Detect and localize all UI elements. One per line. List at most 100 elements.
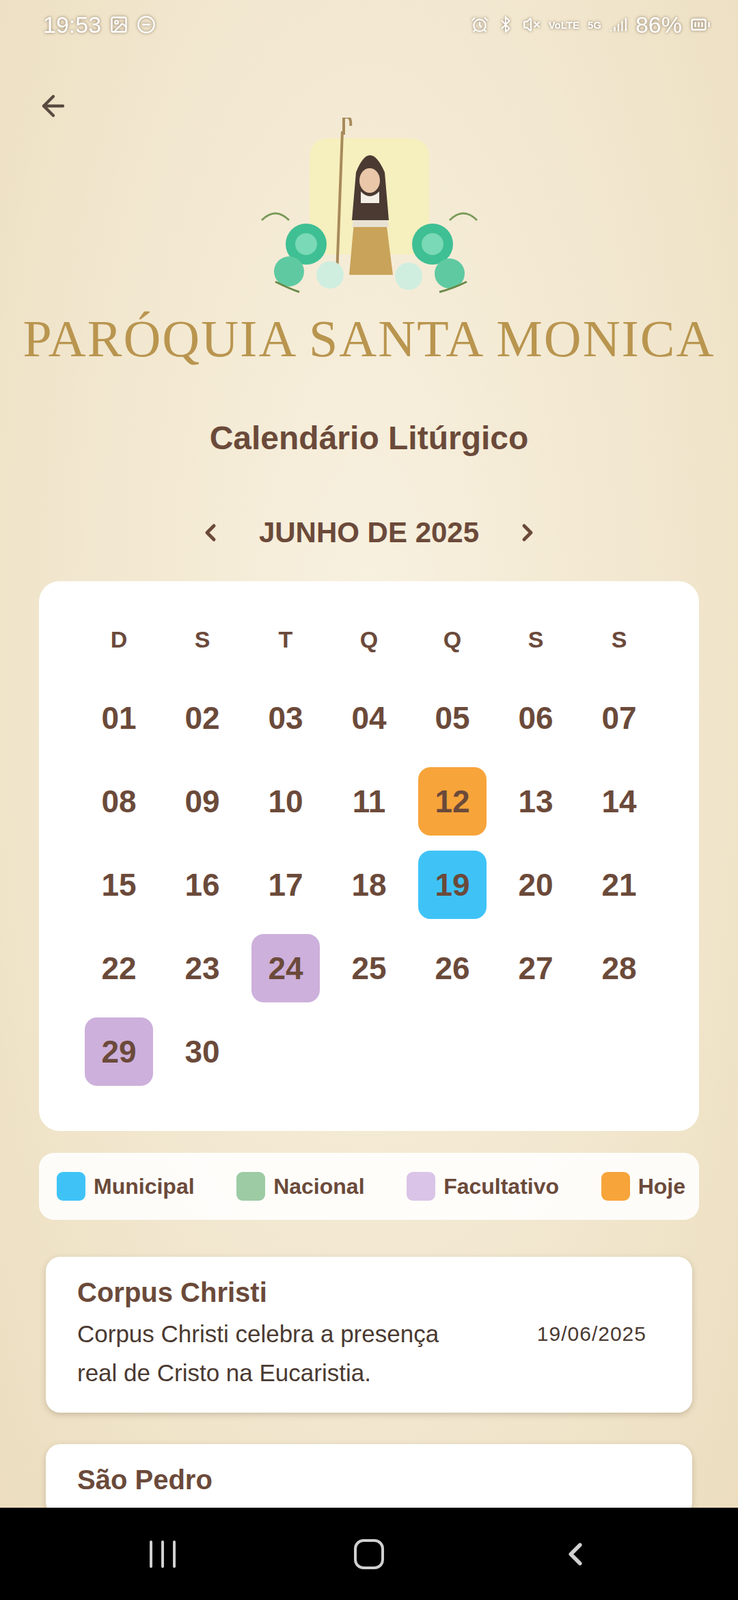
home-button[interactable] [328, 1519, 410, 1588]
day-button[interactable]: 29 [84, 1016, 154, 1086]
day-cell: 07 [577, 675, 661, 760]
day-button[interactable]: 01 [84, 683, 154, 752]
legend-label: Hoje [638, 1173, 686, 1199]
day-button[interactable]: 15 [84, 850, 154, 919]
mute-icon [522, 15, 541, 34]
day-cell: 10 [243, 759, 328, 843]
page-title: Calendário Litúrgico [0, 418, 738, 458]
legend-item: Nacional [236, 1171, 365, 1200]
legend-item: Hoje [601, 1171, 686, 1200]
legend: Municipal Nacional Facultativo Hoje [38, 1152, 700, 1220]
event-description: Corpus Christi celebra a presença real d… [77, 1313, 460, 1392]
day-button[interactable]: 19 [418, 850, 487, 919]
parish-title: PARÓQUIA SANTA MONICA [0, 308, 738, 368]
day-button[interactable]: 20 [501, 850, 570, 919]
day-button[interactable]: 10 [251, 766, 320, 836]
day-button[interactable]: 30 [168, 1016, 237, 1086]
day-button[interactable]: 07 [584, 683, 654, 752]
gallery-icon [109, 15, 129, 35]
day-cell: 19 [410, 842, 495, 926]
day-button[interactable]: 27 [501, 933, 570, 1002]
day-cell: 11 [327, 759, 411, 843]
day-button[interactable]: 18 [334, 850, 404, 919]
day-button[interactable]: 12 [418, 766, 487, 836]
status-right: VoLTE5G86% [470, 11, 711, 39]
day-cell: 15 [77, 842, 161, 926]
legend-swatch [236, 1171, 266, 1200]
event-card[interactable]: São Pedro [45, 1443, 693, 1507]
day-cell: 17 [243, 842, 328, 926]
day-cell: 05 [410, 675, 495, 760]
day-cell: 12 [410, 759, 495, 843]
day-button[interactable]: 24 [251, 933, 320, 1002]
day-button[interactable]: 04 [334, 683, 404, 752]
day-button[interactable]: 11 [334, 766, 404, 836]
day-button[interactable]: 23 [168, 933, 237, 1002]
battery-level: 86% [635, 11, 682, 39]
weekday-label: T [243, 618, 328, 660]
day-button[interactable]: 03 [251, 683, 320, 752]
home-icon [353, 1538, 385, 1569]
day-cell: 06 [494, 675, 578, 760]
day-cell: 28 [577, 925, 661, 1010]
recent-apps-button[interactable] [121, 1519, 204, 1588]
signal-icon [609, 15, 628, 34]
day-button[interactable]: 08 [84, 766, 154, 836]
chevron-left-icon [196, 518, 225, 546]
legend-item: Facultativo [406, 1171, 559, 1200]
day-cell: 21 [577, 842, 661, 926]
weekday-label: Q [410, 618, 495, 660]
day-button[interactable]: 21 [584, 850, 654, 919]
day-cell: 24 [243, 925, 328, 1010]
day-button[interactable]: 17 [251, 850, 320, 919]
day-button[interactable]: 16 [168, 850, 237, 919]
day-cell: 03 [243, 675, 328, 760]
day-cell: 02 [160, 675, 244, 760]
event-list: Corpus Christi Corpus Christi celebra a p… [45, 1255, 693, 1507]
day-cell: 29 [77, 1009, 161, 1093]
back-button[interactable] [36, 89, 70, 123]
day-cell: 01 [77, 675, 161, 760]
next-month-button[interactable] [508, 513, 547, 552]
status-left: 19:53 [43, 11, 156, 39]
day-cell: 30 [160, 1009, 244, 1093]
screen: 19:53VoLTE5G86%PARÓQUIA SANTA MONICACale… [0, 0, 738, 1599]
day-button[interactable]: 06 [501, 683, 570, 752]
calendar-card: DSTQQSS010203040506070809101112131415161… [38, 580, 700, 1131]
previous-month-button[interactable] [191, 513, 230, 552]
legend-label: Municipal [93, 1173, 195, 1199]
event-body: Corpus Christi Corpus Christi celebra a p… [77, 1275, 521, 1392]
day-button[interactable]: 13 [501, 766, 570, 836]
day-button[interactable]: 05 [418, 683, 487, 752]
month-label: JUNHO DE 2025 [258, 514, 480, 551]
weekday-label: S [160, 618, 244, 660]
chevron-right-icon [513, 518, 542, 546]
event-title: Corpus Christi [77, 1275, 521, 1308]
day-grid: 01020304050607 08091011121314 151617181920… [77, 675, 661, 1093]
status-bar: 19:53VoLTE5G86% [0, 0, 738, 50]
day-button[interactable]: 28 [584, 933, 654, 1002]
day-cell: 18 [327, 842, 411, 926]
system-back-button[interactable] [534, 1519, 617, 1588]
status-time: 19:53 [43, 11, 102, 39]
network-label: 5G [587, 19, 602, 31]
arrow-left-icon [36, 89, 70, 123]
day-cell: 22 [77, 925, 161, 1010]
weekday-label: S [577, 618, 661, 660]
day-button[interactable]: 02 [168, 683, 237, 752]
day-button[interactable]: 26 [418, 933, 487, 1002]
back-chevron-icon [556, 1534, 594, 1572]
day-button[interactable]: 09 [168, 766, 237, 836]
day-button[interactable]: 14 [584, 766, 654, 836]
day-cell: 09 [160, 759, 244, 843]
saint-image [234, 117, 505, 296]
event-card[interactable]: Corpus Christi Corpus Christi celebra a p… [45, 1255, 693, 1412]
recent-apps-icon [149, 1539, 176, 1567]
weekday-label: D [77, 618, 161, 660]
day-cell: 20 [494, 842, 578, 926]
legend-item: Municipal [56, 1171, 195, 1200]
legend-label: Nacional [273, 1173, 365, 1199]
battery-icon [690, 14, 711, 35]
day-button[interactable]: 22 [84, 933, 154, 1002]
day-button[interactable]: 25 [334, 933, 404, 1002]
